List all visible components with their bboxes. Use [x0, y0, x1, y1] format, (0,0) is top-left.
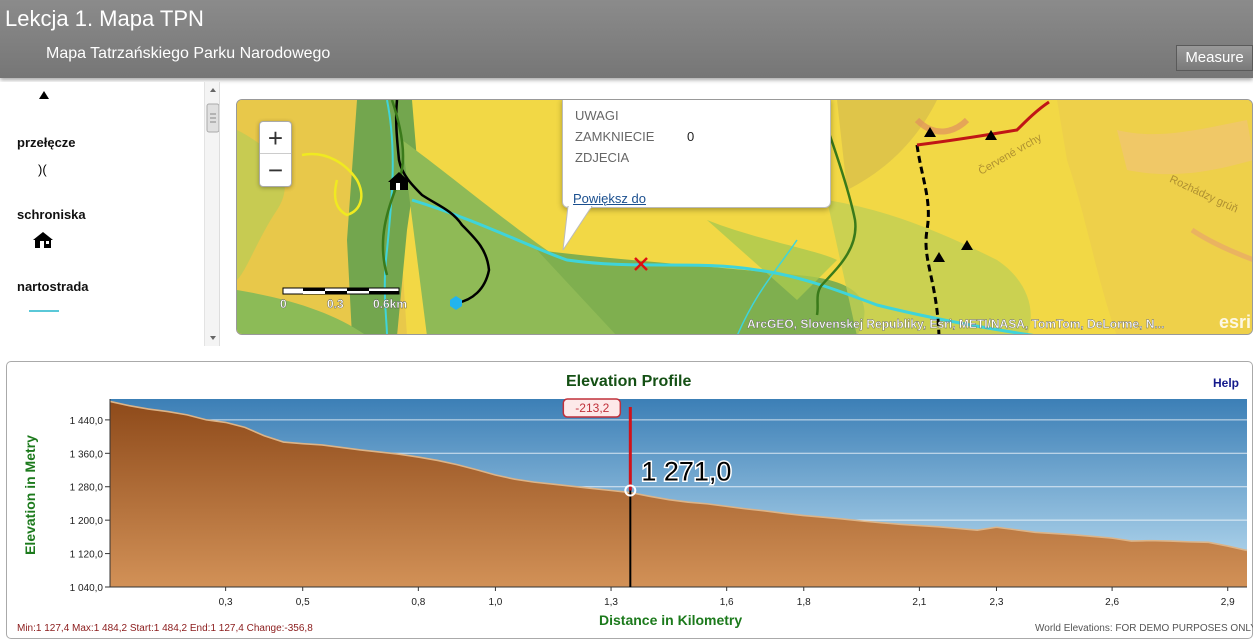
y-tick-label: 1 200,0: [70, 516, 104, 527]
x-tick-label: 1,0: [488, 597, 502, 608]
x-tick-label: 2,3: [990, 597, 1004, 608]
x-tick-label: 2,9: [1221, 597, 1235, 608]
y-tick-label: 1 360,0: [70, 449, 104, 460]
x-axis-label: Distance in Kilometry: [599, 612, 743, 628]
x-tick-label: 0,3: [219, 597, 233, 608]
elevation-chart: 0,3 0,5 0,8 1,0 1,3 1,6 1,8 2,1 2,3 2,6 2,9 1 040,…: [70, 398, 1248, 608]
x-tick-label: 0,5: [296, 597, 310, 608]
x-tick-label: 2,1: [912, 597, 926, 608]
x-tick-label: 1,8: [797, 597, 811, 608]
profile-stats: Min:1 127,4 Max:1 484,2 Start:1 484,2 En…: [17, 623, 313, 634]
x-tick-label: 1,6: [720, 597, 734, 608]
change-label: -213,2: [575, 401, 609, 415]
y-tick-label: 1 280,0: [70, 483, 104, 494]
y-axis: 1 040,0 1 120,0 1 200,0 1 280,0 1 360,0 1 440…: [70, 416, 110, 594]
marker-value-label: 1 271,0: [641, 456, 731, 486]
y-tick-label: 1 040,0: [70, 583, 104, 594]
data-credit: World Elevations: FOR DEMO PURPOSES ONLY: [1035, 623, 1253, 634]
y-tick-label: 1 440,0: [70, 416, 104, 427]
x-tick-label: 0,8: [411, 597, 425, 608]
help-link[interactable]: Help: [1213, 376, 1239, 390]
x-tick-label: 2,6: [1105, 597, 1119, 608]
chart-title: Elevation Profile: [566, 373, 692, 390]
y-tick-label: 1 120,0: [70, 550, 104, 561]
x-tick-label: 1,3: [604, 597, 618, 608]
y-axis-label: Elevation in Metry: [22, 435, 38, 555]
